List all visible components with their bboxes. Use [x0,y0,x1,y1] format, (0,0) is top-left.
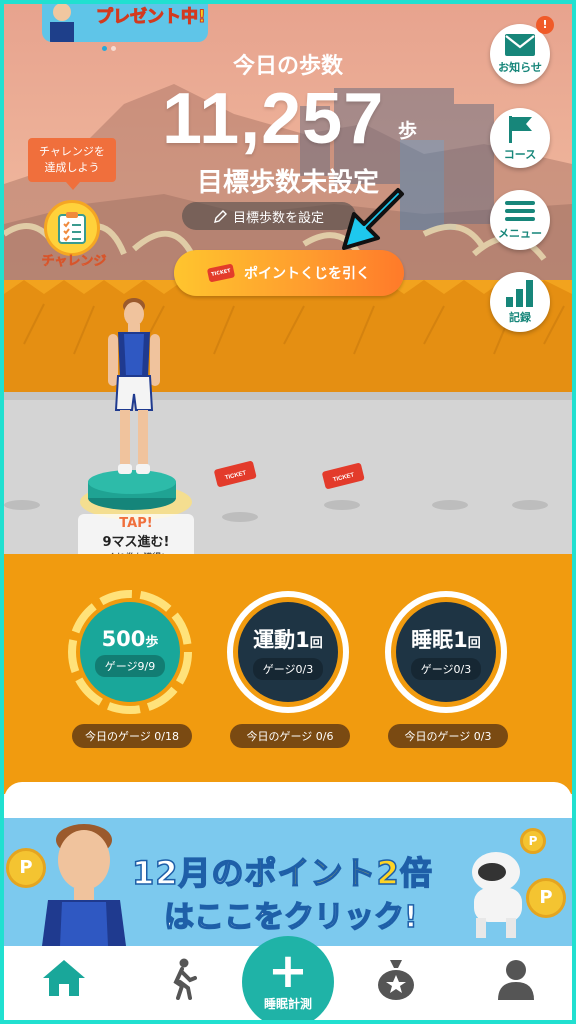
sleep-gauge-main: 睡眠1回 [411,624,481,654]
steps-gauge-count: ゲージ9/9 [94,655,166,677]
sleep-gauge-unit: 回 [467,636,481,651]
exercise-gauge-unit: 回 [309,636,323,651]
road-ticket-icon[interactable]: TICKET [320,460,366,490]
sleep-today-pill: 今日のゲージ 0/3 [388,724,508,748]
steps-gauge-value: 500 [101,627,146,651]
sleep-measure-label: 睡眠計測 [263,996,312,1011]
avatar-mini-icon [50,4,74,42]
road-edge [4,392,572,400]
exercise-gauge-center: 運動1回 ゲージ0/3 [238,602,338,702]
challenge-tooltip-line2: 達成しよう [44,161,100,174]
today-steps-unit: 歩 [398,120,418,142]
notice-label: お知らせ [498,61,542,74]
tab-home[interactable] [34,958,94,1008]
tab-walk[interactable] [152,958,212,1008]
tap-label: TAP! [119,516,153,531]
sleep-measure-button[interactable]: + 睡眠計測 [242,936,334,1020]
plus-icon: + [267,942,309,999]
tab-prize[interactable] [366,958,426,1008]
banner-avatar [42,824,126,946]
clipboard-icon [58,212,86,244]
app-screen: プレゼント中! 今日の歩数 11,257 歩 目標歩数未設定 目標歩数を設定 T… [4,4,572,1020]
today-steps-count: 11,257 [162,79,385,159]
pointer-arrow-icon [342,188,404,250]
record-button[interactable]: 記録 [490,272,550,332]
robot-dog-icon [472,852,522,938]
board-space [4,500,40,510]
coin-icon: P [6,848,46,888]
steps-today-pill: 今日のゲージ 0/18 [72,724,192,748]
record-label: 記録 [509,311,531,324]
course-label: コース [503,148,537,161]
exercise-gauge-count: ゲージ0/3 [252,658,324,680]
walking-scene: プレゼント中! 今日の歩数 11,257 歩 目標歩数未設定 目標歩数を設定 T… [4,4,572,392]
ticket-icon: TICKET [206,263,236,283]
flag-icon [509,116,532,143]
sleep-gauge-count: ゲージ0/3 [410,658,482,680]
course-button[interactable]: コース [490,108,550,168]
steps-gauge-center: 500歩 ゲージ9/9 [80,602,180,702]
hamburger-icon [505,201,535,221]
road-ticket-icon[interactable]: TICKET [212,458,258,488]
walk-icon [173,958,197,1000]
challenge-label: チャレンジ [41,254,107,270]
steps-gauge[interactable]: 500歩 ゲージ9/9 [68,590,192,714]
set-goal-label: 目標歩数を設定 [232,210,324,226]
banner-title-a: 12月の [131,853,245,893]
set-goal-button[interactable]: 目標歩数を設定 [182,202,356,230]
moneybag-icon [378,960,414,1000]
tab-profile[interactable] [486,958,546,1008]
sleep-gauge[interactable]: 睡眠1回 ゲージ0/3 [384,590,508,714]
exercise-today-pill: 今日のゲージ 0/6 [230,724,350,748]
promo-top-text: プレゼント中! [96,7,207,28]
bar-chart-icon [506,280,533,307]
menu-button[interactable]: メニュー [490,190,550,250]
sleep-gauge-center: 睡眠1回 ゲージ0/3 [396,602,496,702]
banner-title: 12月のポイント2倍 [131,848,433,894]
steps-gauge-main: 500歩 [102,627,159,651]
pencil-icon [214,209,227,223]
board-space [222,512,258,522]
challenge-tooltip: チャレンジを 達成しよう [28,138,116,190]
steps-gauge-unit: 歩 [145,635,159,650]
today-steps-label: 今日の歩数 [232,54,343,79]
mail-icon [505,34,535,56]
promo-banner-top[interactable]: プレゼント中! [42,4,208,42]
avatar-character[interactable] [100,294,170,484]
profile-icon [498,960,534,1000]
home-icon [43,960,85,996]
banner-title-highlight: ポイント2 [244,853,400,893]
lottery-button-label: ポイントくじを引く [244,266,370,282]
content-sheet [4,782,572,822]
exercise-gauge-main: 運動1回 [253,624,323,654]
notice-badge: ! [536,16,554,34]
campaign-banner[interactable]: P P P 12月のポイント2倍 はここをクリック! [4,818,572,946]
advance-label: 9マス進む! [102,535,170,550]
menu-label: メニュー [498,227,542,240]
board-space [324,500,360,510]
sleep-gauge-value: 睡眠1 [411,628,468,652]
challenge-tooltip-line1: チャレンジを [39,145,105,158]
banner-title-b: 倍 [399,853,433,893]
exercise-gauge[interactable]: 運動1回 ゲージ0/3 [226,590,350,714]
challenge-button[interactable] [44,200,100,256]
board-space [512,500,548,510]
board-space [432,500,468,510]
exercise-gauge-value: 運動1 [253,628,310,652]
banner-subtitle: はここをクリック! [163,899,418,936]
